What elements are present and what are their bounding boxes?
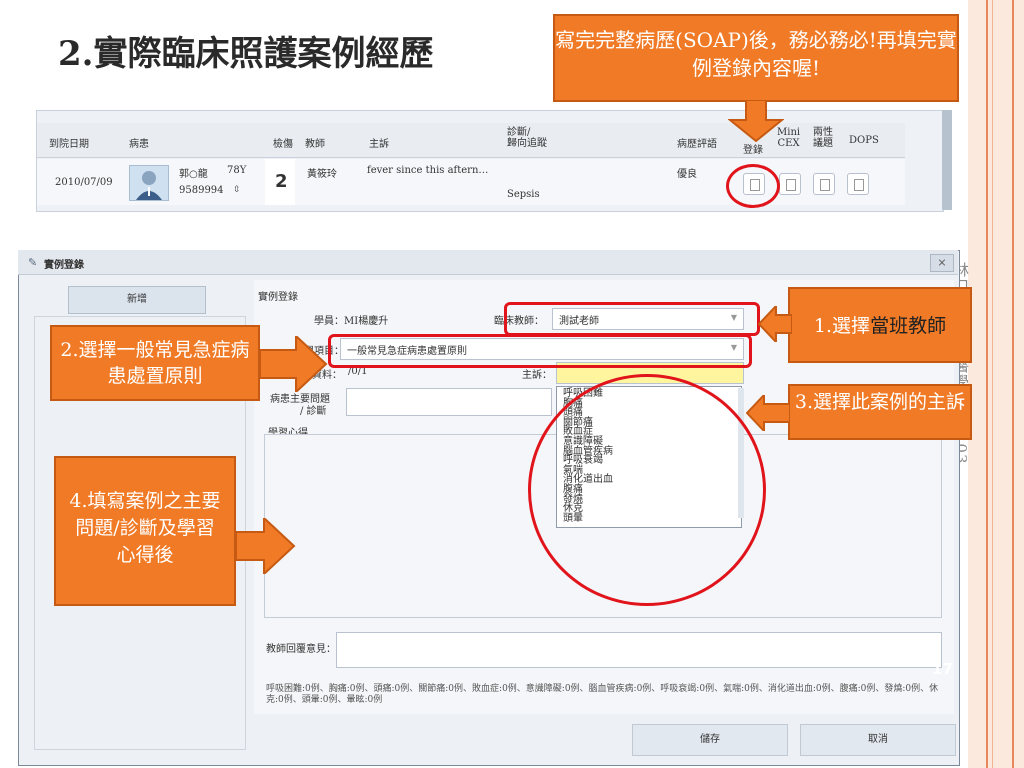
form-section-title: 實例登錄	[258, 292, 298, 303]
close-button[interactable]: ×	[930, 254, 954, 272]
case-list-table: 到院日期 病患 檢傷 教師 主訴 診斷/ 歸向追蹤 病歷評語 登錄 Mini C…	[36, 110, 944, 212]
row-date: 2010/07/09	[55, 177, 113, 188]
arrow-left-icon	[746, 395, 790, 431]
row-comment: 優良	[677, 169, 697, 180]
col-gender[interactable]: 兩性 議題	[813, 127, 833, 149]
dialog-titlebar	[18, 250, 958, 275]
arrow-right-icon	[236, 518, 296, 574]
complaint-stats: 呼吸困難:0例、胸痛:0例、頭痛:0例、關節痛:0例、敗血症:0例、意識障礙:0…	[266, 684, 939, 705]
student-value: MI楊慶升	[344, 316, 389, 327]
reply-label: 教師回覆意見：	[266, 644, 336, 655]
callout-step1-prefix: 1.選擇	[813, 315, 871, 337]
dops-doc-button[interactable]	[847, 173, 869, 195]
slide-title: 2.實際臨床照護案例經歷	[58, 34, 434, 74]
row-diagnosis: Sepsis	[507, 189, 540, 200]
register-highlight-circle	[726, 164, 780, 208]
col-complaint[interactable]: 主訴	[369, 135, 389, 150]
sort-icon[interactable]: ⇳	[233, 185, 241, 195]
row-chart-no: 9589994	[179, 185, 224, 196]
person-icon	[136, 171, 162, 200]
row-triage: 2	[275, 171, 288, 192]
page-number: 17	[932, 660, 953, 678]
col-patient[interactable]: 病患	[129, 135, 149, 150]
diagnosis-label: / 診斷	[300, 406, 327, 417]
complaint-label: 主訴：	[522, 370, 552, 381]
complaint-highlight-circle	[528, 374, 766, 606]
callout-step1: 1.選擇當班教師	[788, 287, 972, 363]
cancel-button[interactable]: 取消	[800, 724, 956, 756]
add-button[interactable]: 新增	[68, 286, 206, 314]
problem-diagnosis-input[interactable]	[346, 388, 552, 416]
col-dops[interactable]: DOPS	[849, 135, 879, 146]
dialog-title: 實例登錄	[44, 260, 84, 271]
arrow-right-icon	[260, 336, 328, 392]
col-record-comment[interactable]: 病歷評語	[677, 135, 717, 150]
callout-step2: 2.選擇一般常見急症病患處置原則	[50, 325, 260, 401]
table-scrollbar[interactable]	[942, 110, 952, 210]
decorative-side-band	[968, 0, 1024, 768]
col-date[interactable]: 到院日期	[49, 135, 89, 150]
callout-step4: 4.填寫案例之主要問題/診斷及學習心得後	[54, 456, 236, 606]
dialog-icon: ✎	[28, 256, 38, 269]
arrow-down-icon	[728, 100, 784, 142]
teacher-highlight-rect	[504, 302, 760, 336]
callout-step1-highlight: 當班教師	[870, 315, 947, 337]
arrow-left-icon	[758, 306, 792, 342]
avatar	[129, 165, 169, 201]
item-highlight-rect	[328, 334, 752, 368]
col-triage[interactable]: 檢傷	[273, 135, 293, 150]
row-age: 78Y	[227, 165, 247, 176]
teacher-reply-input[interactable]	[336, 632, 942, 668]
callout-step3: 3.選擇此案例的主訴	[788, 384, 972, 440]
student-label: 學員：	[314, 316, 344, 327]
col-register[interactable]: 登錄	[743, 141, 763, 156]
save-button[interactable]: 儲存	[632, 724, 788, 756]
row-patient-name: 郭○龍	[179, 169, 208, 180]
row-complaint: fever since this aftern…	[367, 165, 489, 176]
row-teacher: 黃筱玲	[307, 169, 337, 180]
col-teacher[interactable]: 教師	[305, 135, 325, 150]
minicex-doc-button[interactable]	[779, 173, 801, 195]
col-diagnosis[interactable]: 診斷/ 歸向追蹤	[507, 127, 547, 149]
gender-doc-button[interactable]	[813, 173, 835, 195]
callout-top-note: 寫完完整病歷(SOAP)後，務必務必!再填完實例登錄內容喔!	[553, 14, 959, 102]
